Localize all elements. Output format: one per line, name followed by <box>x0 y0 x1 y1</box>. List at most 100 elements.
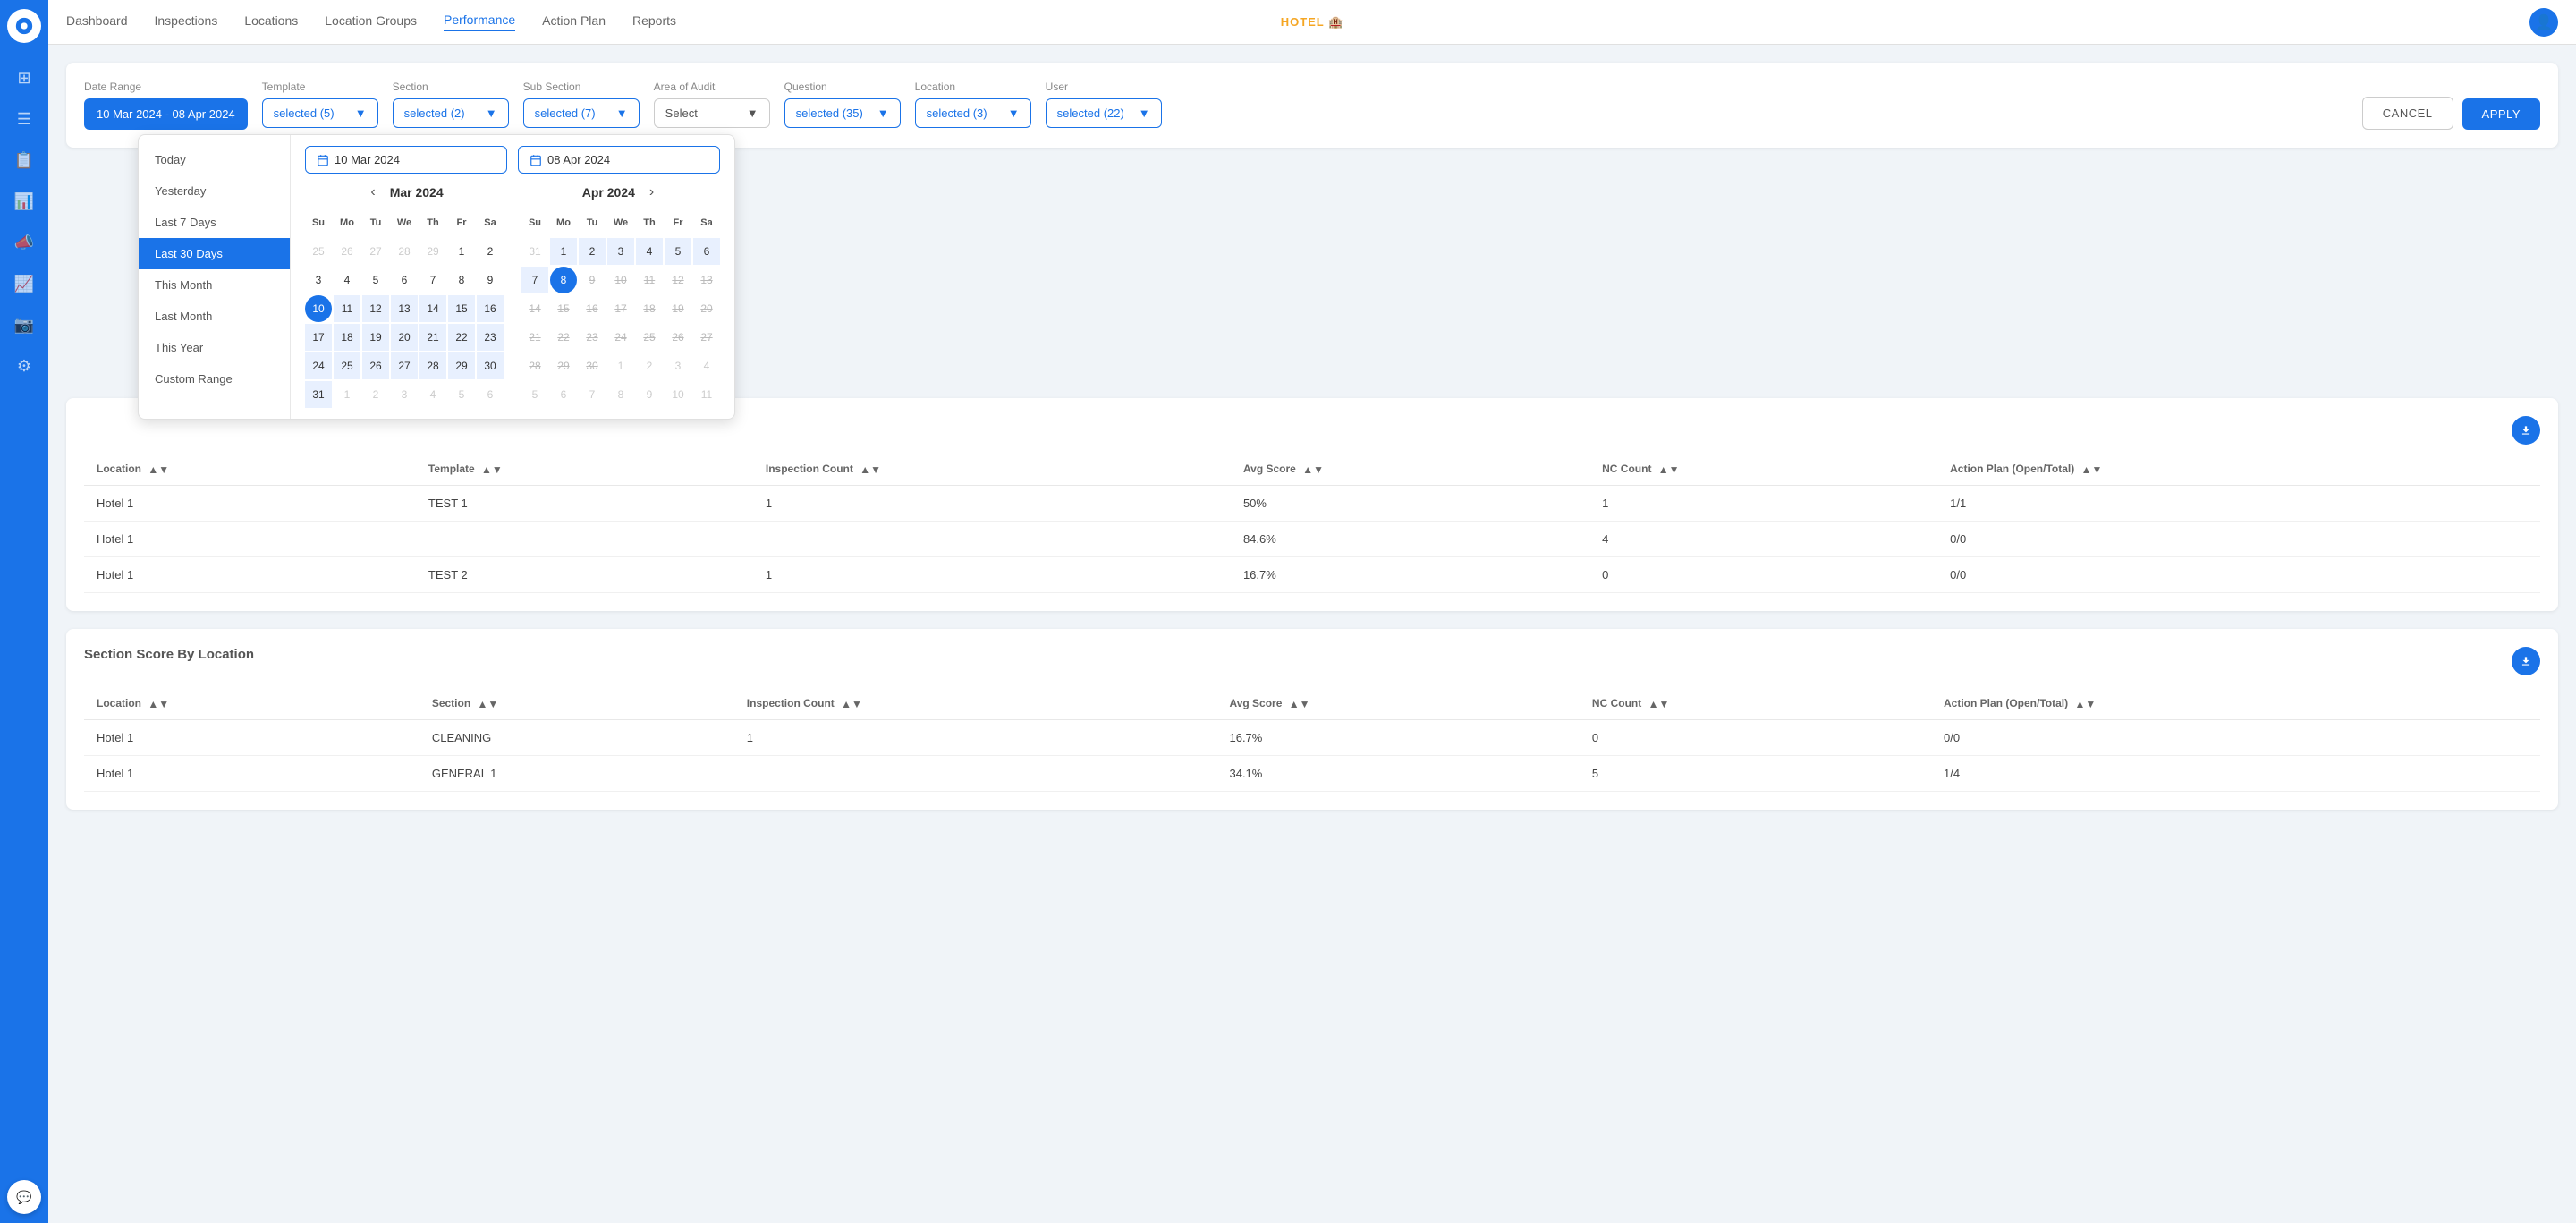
sidebar-icon-megaphone[interactable]: 📣 <box>7 225 41 259</box>
cal-cell[interactable]: 25 <box>334 352 360 379</box>
col-location[interactable]: Location ▲▼ <box>84 454 416 485</box>
nav-dashboard[interactable]: Dashboard <box>66 13 128 30</box>
cal-cell[interactable]: 15 <box>550 295 577 322</box>
cal-cell[interactable]: 21 <box>419 324 446 351</box>
cal-cell[interactable]: 11 <box>334 295 360 322</box>
nav-performance[interactable]: Performance <box>444 13 515 31</box>
cal-cell[interactable]: 26 <box>665 324 691 351</box>
cal-cell[interactable]: 9 <box>477 267 504 293</box>
area-select[interactable]: Select ▼ <box>654 98 770 128</box>
cal-cell[interactable]: 13 <box>693 267 720 293</box>
cal-cell[interactable]: 29 <box>550 352 577 379</box>
end-date-input[interactable]: 08 Apr 2024 <box>518 146 720 174</box>
table1-download-button[interactable] <box>2512 416 2540 445</box>
cal-cell[interactable]: 27 <box>391 352 418 379</box>
sidebar-icon-clipboard[interactable]: 📋 <box>7 143 41 177</box>
user-avatar[interactable]: 👤 <box>2529 8 2558 37</box>
col-nc[interactable]: NC Count ▲▼ <box>1589 454 1937 485</box>
sidebar-icon-grid[interactable]: ⊞ <box>7 61 41 95</box>
sidebar-icon-settings[interactable]: ⚙ <box>7 349 41 383</box>
cal-cell[interactable]: 14 <box>419 295 446 322</box>
sidebar-icon-chart[interactable]: 📊 <box>7 184 41 218</box>
cal-cell[interactable]: 25 <box>636 324 663 351</box>
cal-cell[interactable]: 4 <box>334 267 360 293</box>
cal-cell[interactable]: 2 <box>579 238 606 265</box>
cal-cell[interactable]: 3 <box>607 238 634 265</box>
cal-cell[interactable]: 26 <box>362 352 389 379</box>
preset-last7[interactable]: Last 7 Days <box>139 207 290 238</box>
cal-cell[interactable]: 23 <box>579 324 606 351</box>
apply-button[interactable]: APPLY <box>2462 98 2540 130</box>
location-select[interactable]: selected (3) ▼ <box>915 98 1031 128</box>
start-date-input[interactable]: 10 Mar 2024 <box>305 146 507 174</box>
col2-location[interactable]: Location ▲▼ <box>84 688 419 719</box>
cal-cell[interactable]: 17 <box>607 295 634 322</box>
cal-cell[interactable]: 20 <box>391 324 418 351</box>
col2-section[interactable]: Section ▲▼ <box>419 688 734 719</box>
preset-this-month[interactable]: This Month <box>139 269 290 301</box>
cal-cell[interactable]: 15 <box>448 295 475 322</box>
cal-cell[interactable]: 22 <box>550 324 577 351</box>
cal-cell[interactable]: 24 <box>305 352 332 379</box>
cal-cell[interactable]: 21 <box>521 324 548 351</box>
date-range-button[interactable]: 10 Mar 2024 - 08 Apr 2024 <box>84 98 248 130</box>
cal-cell-10-mar[interactable]: 10 <box>305 295 332 322</box>
cal-cell[interactable]: 5 <box>665 238 691 265</box>
col2-count[interactable]: Inspection Count ▲▼ <box>734 688 1217 719</box>
cal-cell[interactable]: 7 <box>521 267 548 293</box>
cal-cell[interactable]: 12 <box>665 267 691 293</box>
preset-today[interactable]: Today <box>139 144 290 175</box>
table2-download-button[interactable] <box>2512 647 2540 675</box>
nav-action-plan[interactable]: Action Plan <box>542 13 606 30</box>
sidebar-icon-bar[interactable]: 📈 <box>7 267 41 301</box>
cal-cell[interactable]: 31 <box>305 381 332 408</box>
subsection-select[interactable]: selected (7) ▼ <box>523 98 640 128</box>
cancel-button[interactable]: CANCEL <box>2362 97 2453 130</box>
col2-nc[interactable]: NC Count ▲▼ <box>1580 688 1931 719</box>
col-action[interactable]: Action Plan (Open/Total) ▲▼ <box>1937 454 2540 485</box>
preset-last30[interactable]: Last 30 Days <box>139 238 290 269</box>
cal-cell[interactable]: 1 <box>550 238 577 265</box>
cal-cell-8-apr[interactable]: 8 <box>550 267 577 293</box>
cal-cell[interactable]: 30 <box>477 352 504 379</box>
chat-button[interactable]: 💬 <box>7 1180 41 1214</box>
col-template[interactable]: Template ▲▼ <box>416 454 753 485</box>
cal-cell[interactable]: 5 <box>362 267 389 293</box>
cal-cell[interactable]: 3 <box>305 267 332 293</box>
col2-avg[interactable]: Avg Score ▲▼ <box>1216 688 1579 719</box>
cal-cell[interactable]: 23 <box>477 324 504 351</box>
cal-cell[interactable]: 19 <box>362 324 389 351</box>
cal-cell[interactable]: 1 <box>448 238 475 265</box>
cal-cell[interactable]: 28 <box>419 352 446 379</box>
cal-cell[interactable]: 22 <box>448 324 475 351</box>
cal-cell[interactable]: 24 <box>607 324 634 351</box>
cal-cell[interactable]: 28 <box>521 352 548 379</box>
cal-cell[interactable]: 29 <box>448 352 475 379</box>
cal-cell[interactable]: 8 <box>448 267 475 293</box>
cal-next-button[interactable]: › <box>644 183 659 202</box>
preset-this-year[interactable]: This Year <box>139 332 290 363</box>
cal-prev-button[interactable]: ‹ <box>365 183 380 202</box>
cal-cell[interactable]: 12 <box>362 295 389 322</box>
cal-cell[interactable]: 4 <box>636 238 663 265</box>
cal-cell[interactable]: 13 <box>391 295 418 322</box>
cal-cell[interactable]: 20 <box>693 295 720 322</box>
nav-inspections[interactable]: Inspections <box>155 13 218 30</box>
user-select[interactable]: selected (22) ▼ <box>1046 98 1162 128</box>
cal-cell[interactable]: 11 <box>636 267 663 293</box>
cal-cell[interactable]: 2 <box>477 238 504 265</box>
template-select[interactable]: selected (5) ▼ <box>262 98 378 128</box>
cal-cell[interactable]: 30 <box>579 352 606 379</box>
question-select[interactable]: selected (35) ▼ <box>784 98 901 128</box>
nav-location-groups[interactable]: Location Groups <box>325 13 417 30</box>
cal-cell[interactable]: 6 <box>391 267 418 293</box>
cal-cell[interactable]: 18 <box>334 324 360 351</box>
cal-cell[interactable]: 6 <box>693 238 720 265</box>
col-avg[interactable]: Avg Score ▲▼ <box>1231 454 1589 485</box>
sidebar-icon-list[interactable]: ☰ <box>7 102 41 136</box>
preset-yesterday[interactable]: Yesterday <box>139 175 290 207</box>
col-count[interactable]: Inspection Count ▲▼ <box>753 454 1231 485</box>
app-logo[interactable] <box>7 9 41 43</box>
preset-last-month[interactable]: Last Month <box>139 301 290 332</box>
section-select[interactable]: selected (2) ▼ <box>393 98 509 128</box>
